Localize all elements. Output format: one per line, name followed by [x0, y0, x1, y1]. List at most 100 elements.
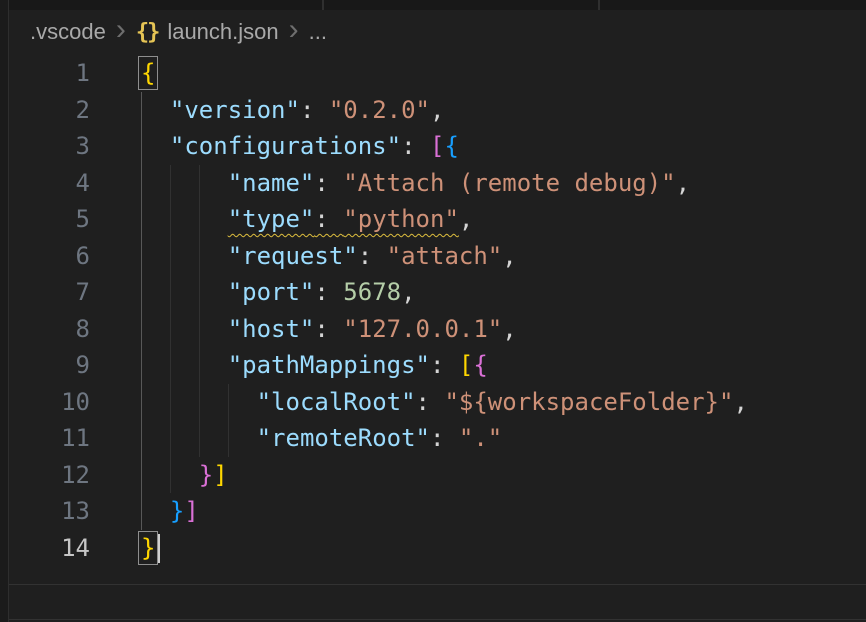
tab-divider	[598, 0, 600, 10]
indent-guide	[141, 165, 142, 202]
code-line[interactable]: 9"pathMappings": [{	[9, 347, 866, 384]
code-text: }]	[199, 457, 228, 494]
code-token: ,	[401, 278, 415, 306]
code-line[interactable]: 14}	[9, 530, 866, 567]
code-token: "python"	[343, 205, 459, 233]
code-token: :	[314, 205, 343, 233]
indent-guide	[228, 420, 229, 457]
line-number: 10	[9, 384, 90, 421]
code-token: "127.0.0.1"	[343, 315, 502, 343]
code-token: "0.2.0"	[329, 96, 430, 124]
indent-guide	[170, 457, 171, 494]
indent-guide	[170, 238, 171, 275]
indent-guide	[199, 347, 200, 384]
warning-squiggle: "type": "python"	[228, 205, 459, 233]
breadcrumb: .vscode › {} launch.json › ...	[9, 10, 866, 54]
indent-guide	[170, 311, 171, 348]
code-token: "remoteRoot"	[257, 424, 430, 452]
code-text: "localRoot": "${workspaceFolder}",	[257, 384, 748, 421]
line-number: 1	[9, 55, 90, 92]
code-text: "remoteRoot": "."	[257, 420, 503, 457]
code-text: "version": "0.2.0",	[170, 92, 445, 129]
code-token: ,	[502, 315, 516, 343]
line-number: 8	[9, 311, 90, 348]
code-line[interactable]: 11 "remoteRoot": "."	[9, 420, 866, 457]
code-token: "configurations"	[170, 132, 401, 160]
code-line[interactable]: 7"port": 5678,	[9, 274, 866, 311]
indent-guide	[170, 420, 171, 457]
indent-guide	[170, 274, 171, 311]
line-number: 5	[9, 201, 90, 238]
indent-guide	[170, 165, 171, 202]
code-line[interactable]: 4 "name": "Attach (remote debug)",	[9, 165, 866, 202]
indent-guide	[141, 274, 142, 311]
code-token: :	[314, 278, 343, 306]
code-line[interactable]: 10 "localRoot": "${workspaceFolder}",	[9, 384, 866, 421]
code-token: "${workspaceFolder}"	[444, 388, 733, 416]
editor[interactable]: 1{2"version": "0.2.0",3"configurations":…	[0, 54, 866, 622]
breadcrumb-item-symbol[interactable]: ...	[309, 19, 327, 45]
code-token: }	[141, 534, 155, 562]
tab-bar-edge[interactable]	[9, 0, 866, 10]
line-number: 11	[9, 420, 90, 457]
breadcrumb-item-folder[interactable]: .vscode	[30, 19, 106, 45]
code-token: ,	[733, 388, 747, 416]
code-token: }	[199, 461, 213, 489]
chevron-right-icon: ›	[116, 15, 126, 45]
code-token: "Attach (remote debug)"	[343, 169, 675, 197]
code-token: "version"	[170, 96, 300, 124]
indent-guide	[141, 384, 142, 421]
indent-guide	[199, 311, 200, 348]
indent-guide	[170, 384, 171, 421]
code-token: :	[430, 351, 459, 379]
indent-guide	[141, 347, 142, 384]
code-line[interactable]: 8 "host": "127.0.0.1",	[9, 311, 866, 348]
code-token: "port"	[228, 278, 315, 306]
code-token: ,	[430, 96, 444, 124]
indent-guide	[141, 92, 142, 129]
code-text: }]	[170, 493, 199, 530]
code-token: :	[401, 132, 430, 160]
indent-guide	[199, 384, 200, 421]
code-token: [	[430, 132, 444, 160]
line-number: 2	[9, 92, 90, 129]
text-cursor	[158, 534, 160, 563]
code-line[interactable]: 1{	[9, 55, 866, 92]
code-line[interactable]: 5"type": "python",	[9, 201, 866, 238]
code-token: {	[141, 59, 155, 87]
code-line[interactable]: 13}]	[9, 493, 866, 530]
current-line-highlight	[9, 584, 866, 621]
code-token: :	[358, 242, 387, 270]
code-text: "configurations": [{	[170, 128, 459, 165]
code-token: "type"	[228, 205, 315, 233]
code-token: 5678	[343, 278, 401, 306]
code-line[interactable]: 12}]	[9, 457, 866, 494]
code-text: "name": "Attach (remote debug)",	[228, 165, 690, 202]
code-token: :	[314, 315, 343, 343]
code-text: "request": "attach",	[228, 238, 517, 275]
indent-guide	[199, 165, 200, 202]
code-line[interactable]: 3 "configurations": [{	[9, 128, 866, 165]
code-text: }	[141, 530, 155, 567]
indent-guide	[199, 274, 200, 311]
code-token: "localRoot"	[257, 388, 416, 416]
line-number: 6	[9, 238, 90, 275]
line-number: 12	[9, 457, 90, 494]
indent-guide	[228, 384, 229, 421]
code-token: "request"	[228, 242, 358, 270]
code-token: }	[170, 497, 184, 525]
line-number: 3	[9, 128, 90, 165]
indent-guide	[141, 493, 142, 530]
code-token: "host"	[228, 315, 315, 343]
indent-guide	[141, 201, 142, 238]
code-token: ]	[184, 497, 198, 525]
code-text: "host": "127.0.0.1",	[228, 311, 517, 348]
indent-guide	[141, 311, 142, 348]
code-line[interactable]: 6 "request": "attach",	[9, 238, 866, 275]
line-number: 4	[9, 165, 90, 202]
code-token: {	[444, 132, 458, 160]
code-line[interactable]: 2 "version": "0.2.0",	[9, 92, 866, 129]
indent-guide	[199, 238, 200, 275]
code-token: "pathMappings"	[228, 351, 430, 379]
breadcrumb-item-file[interactable]: launch.json	[167, 19, 278, 45]
